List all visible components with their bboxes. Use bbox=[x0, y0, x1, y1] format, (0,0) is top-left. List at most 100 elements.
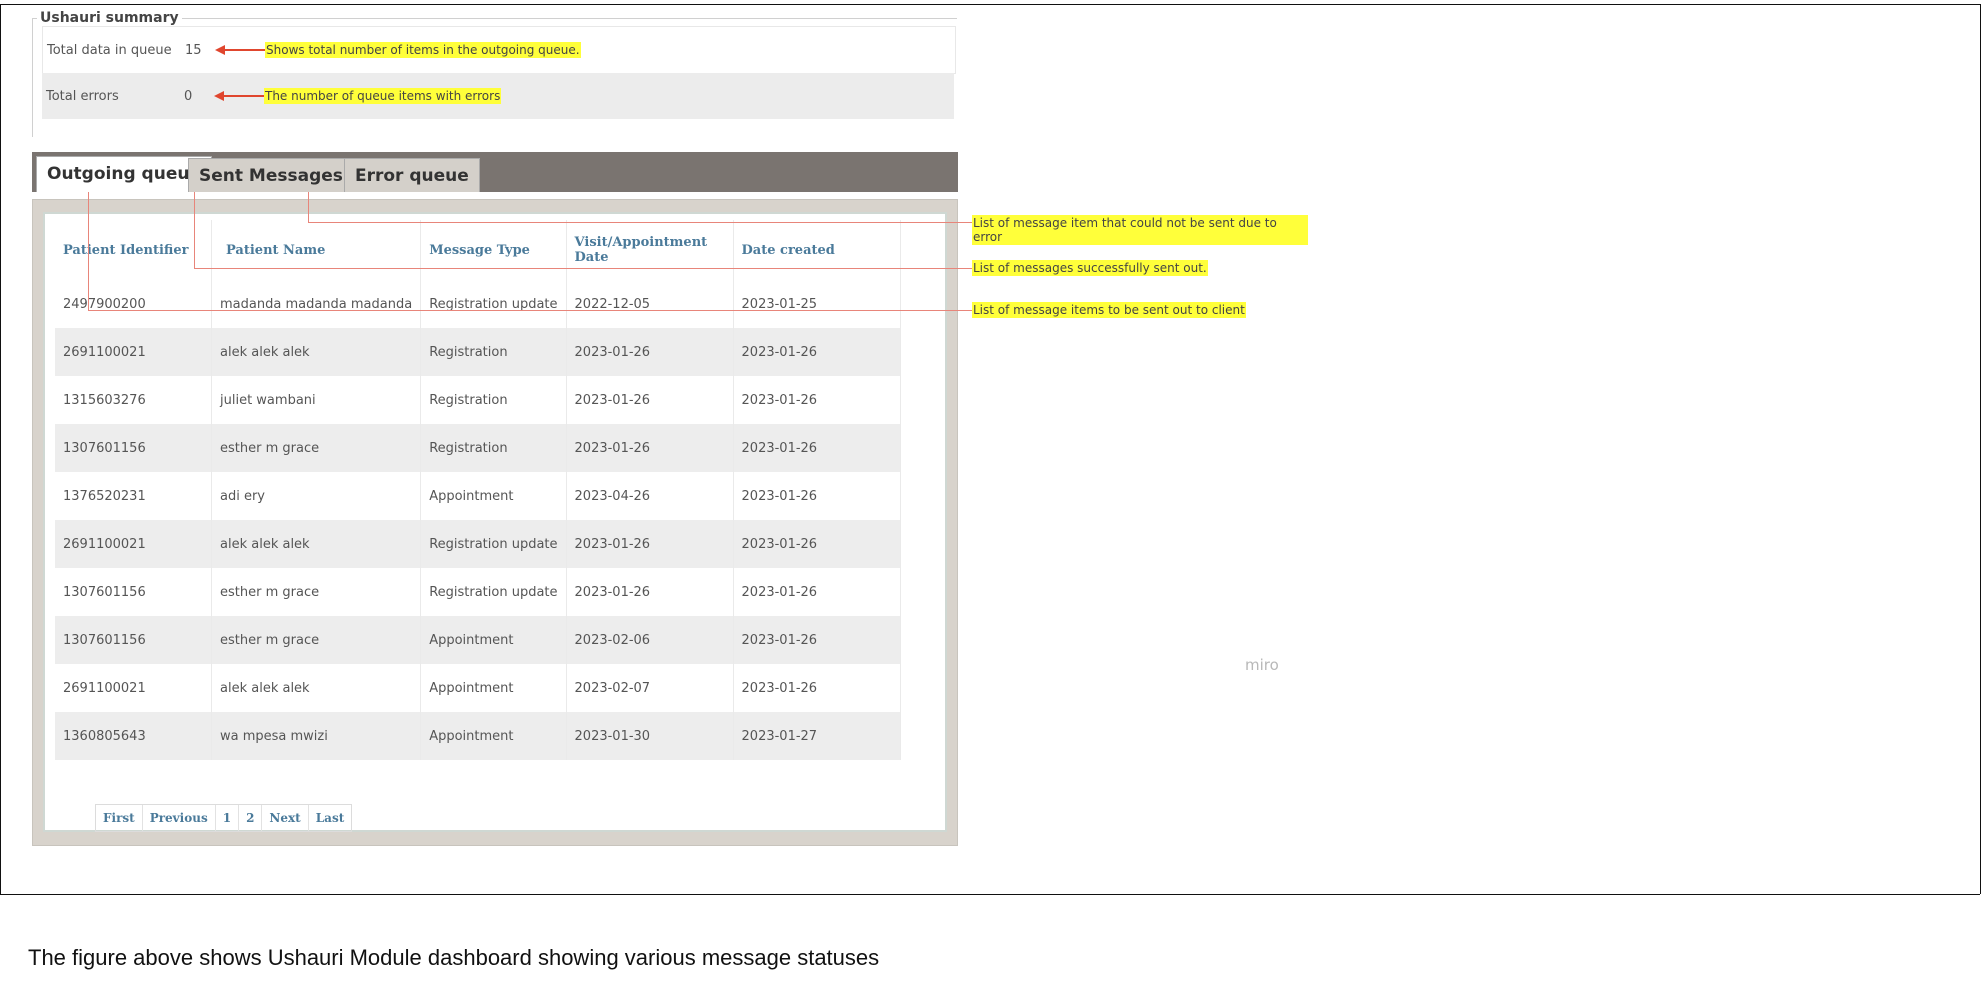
annotation-total-errors: The number of queue items with errors bbox=[264, 88, 502, 104]
cell-visit-date: 2023-01-26 bbox=[566, 376, 734, 424]
cell-patient-identifier: 2691100021 bbox=[55, 328, 212, 376]
cell-message-type: Appointment bbox=[420, 664, 567, 712]
document-frame-right bbox=[1980, 4, 1981, 894]
table-row: 2691100021 alek alek alek Appointment 20… bbox=[55, 664, 901, 712]
pager-first-link[interactable]: First bbox=[96, 805, 143, 831]
cell-visit-date: 2023-01-26 bbox=[566, 568, 734, 616]
column-header-patient-identifier[interactable]: Patient Identifier bbox=[55, 220, 212, 280]
column-header-date-created[interactable]: Date created bbox=[733, 220, 901, 280]
cell-visit-date: 2023-01-30 bbox=[566, 712, 734, 760]
cell-visit-date: 2023-02-06 bbox=[566, 616, 734, 664]
table-row: 1307601156 esther m grace Registration u… bbox=[55, 568, 901, 616]
cell-visit-date: 2023-01-26 bbox=[566, 328, 734, 376]
pager-previous-link[interactable]: Previous bbox=[143, 805, 216, 831]
miro-watermark: miro bbox=[1245, 656, 1279, 674]
red-arrow-icon bbox=[214, 91, 264, 101]
summary-legend: Ushauri summary bbox=[40, 10, 179, 26]
table-row: 1315603276 juliet wambani Registration 2… bbox=[55, 376, 901, 424]
callout-line-sent bbox=[194, 268, 996, 269]
cell-patient-identifier: 2691100021 bbox=[55, 664, 212, 712]
red-arrow-icon bbox=[215, 45, 265, 55]
cell-patient-identifier: 1307601156 bbox=[55, 616, 212, 664]
cell-date-created: 2023-01-26 bbox=[733, 424, 901, 472]
cell-date-created: 2023-01-26 bbox=[733, 376, 901, 424]
cell-visit-date: 2023-04-26 bbox=[566, 472, 734, 520]
document-frame-top bbox=[0, 4, 1980, 5]
column-header-patient-name[interactable]: Patient Name bbox=[211, 220, 422, 280]
cell-patient-name: alek alek alek bbox=[211, 664, 422, 712]
column-header-message-type[interactable]: Message Type bbox=[420, 220, 567, 280]
cell-patient-name: esther m grace bbox=[211, 616, 422, 664]
cell-patient-identifier: 1376520231 bbox=[55, 472, 212, 520]
cell-message-type: Appointment bbox=[420, 472, 567, 520]
annotation-outgoing-queue: List of message items to be sent out to … bbox=[972, 302, 1246, 318]
column-header-visit-date[interactable]: Visit/Appointment Date bbox=[566, 220, 734, 280]
tab-sent-messages[interactable]: Sent Messages bbox=[188, 158, 354, 192]
cell-visit-date: 2023-01-26 bbox=[566, 520, 734, 568]
tab-bar: Outgoing queue Sent Messages Error queue bbox=[32, 152, 958, 192]
tab-error-queue[interactable]: Error queue bbox=[344, 158, 480, 192]
tab-panel: Patient Identifier Patient Name Message … bbox=[32, 199, 958, 846]
cell-patient-name: esther m grace bbox=[211, 568, 422, 616]
cell-message-type: Registration bbox=[420, 376, 567, 424]
cell-date-created: 2023-01-26 bbox=[733, 616, 901, 664]
cell-patient-name: adi ery bbox=[211, 472, 422, 520]
summary-value: 15 bbox=[185, 42, 202, 58]
summary-value: 0 bbox=[184, 88, 193, 104]
callout-line-error-queue-vertical bbox=[308, 192, 309, 222]
cell-date-created: 2023-01-26 bbox=[733, 328, 901, 376]
callout-line-outgoing-vertical bbox=[88, 192, 89, 310]
annotation-error-queue: List of message item that could not be s… bbox=[972, 215, 1308, 245]
callout-line-sent-vertical bbox=[194, 192, 195, 268]
document-frame-bottom bbox=[0, 894, 1980, 895]
table-row: 1376520231 adi ery Appointment 2023-04-2… bbox=[55, 472, 901, 520]
cell-date-created: 2023-01-26 bbox=[733, 520, 901, 568]
cell-date-created: 2023-01-26 bbox=[733, 568, 901, 616]
queue-table-container: Patient Identifier Patient Name Message … bbox=[43, 212, 947, 832]
cell-visit-date: 2022-12-05 bbox=[566, 280, 734, 328]
summary-label: Total data in queue bbox=[47, 42, 172, 58]
annotation-total-queue: Shows total number of items in the outgo… bbox=[265, 42, 581, 58]
cell-message-type: Registration update bbox=[420, 568, 567, 616]
summary-label: Total errors bbox=[46, 88, 119, 104]
cell-message-type: Registration update bbox=[420, 280, 567, 328]
cell-date-created: 2023-01-26 bbox=[733, 472, 901, 520]
table-row: 1307601156 esther m grace Registration 2… bbox=[55, 424, 901, 472]
figure-caption: The figure above shows Ushauri Module da… bbox=[28, 945, 880, 970]
cell-patient-identifier: 1307601156 bbox=[55, 424, 212, 472]
pager-next-link[interactable]: Next bbox=[262, 805, 309, 831]
cell-patient-identifier: 1360805643 bbox=[55, 712, 212, 760]
table-row: 2497900200 madanda madanda madanda Regis… bbox=[55, 280, 901, 328]
pagination: First Previous 1 2 Next Last bbox=[95, 804, 353, 832]
pager-page-2-link[interactable]: 2 bbox=[239, 805, 263, 831]
cell-visit-date: 2023-02-07 bbox=[566, 664, 734, 712]
annotation-sent-messages: List of messages successfully sent out. bbox=[972, 260, 1208, 276]
cell-message-type: Appointment bbox=[420, 616, 567, 664]
table-row: 1360805643 wa mpesa mwizi Appointment 20… bbox=[55, 712, 901, 760]
cell-date-created: 2023-01-25 bbox=[733, 280, 901, 328]
cell-message-type: Registration update bbox=[420, 520, 567, 568]
summary-row-total-errors: Total errors 0 The number of queue items… bbox=[42, 73, 954, 119]
cell-patient-identifier: 1307601156 bbox=[55, 568, 212, 616]
pager-last-link[interactable]: Last bbox=[309, 805, 352, 831]
cell-patient-name: alek alek alek bbox=[211, 520, 422, 568]
cell-patient-identifier: 1315603276 bbox=[55, 376, 212, 424]
cell-date-created: 2023-01-27 bbox=[733, 712, 901, 760]
outgoing-queue-table: Patient Identifier Patient Name Message … bbox=[55, 220, 901, 760]
cell-patient-identifier: 2497900200 bbox=[55, 280, 212, 328]
cell-patient-name: esther m grace bbox=[211, 424, 422, 472]
summary-row-total-queue: Total data in queue 15 Shows total numbe… bbox=[42, 26, 956, 74]
cell-patient-name: wa mpesa mwizi bbox=[211, 712, 422, 760]
cell-patient-name: alek alek alek bbox=[211, 328, 422, 376]
cell-date-created: 2023-01-26 bbox=[733, 664, 901, 712]
document-frame-left bbox=[0, 4, 1, 894]
cell-patient-name: madanda madanda madanda bbox=[211, 280, 422, 328]
cell-message-type: Appointment bbox=[420, 712, 567, 760]
table-header-row: Patient Identifier Patient Name Message … bbox=[55, 220, 901, 280]
tab-outgoing-queue[interactable]: Outgoing queue bbox=[36, 156, 212, 192]
cell-visit-date: 2023-01-26 bbox=[566, 424, 734, 472]
dashboard-screenshot: Ushauri summary Total data in queue 15 S… bbox=[28, 6, 1308, 866]
pager-page-1-link[interactable]: 1 bbox=[216, 805, 240, 831]
callout-line-outgoing bbox=[88, 310, 996, 311]
table-row: 1307601156 esther m grace Appointment 20… bbox=[55, 616, 901, 664]
